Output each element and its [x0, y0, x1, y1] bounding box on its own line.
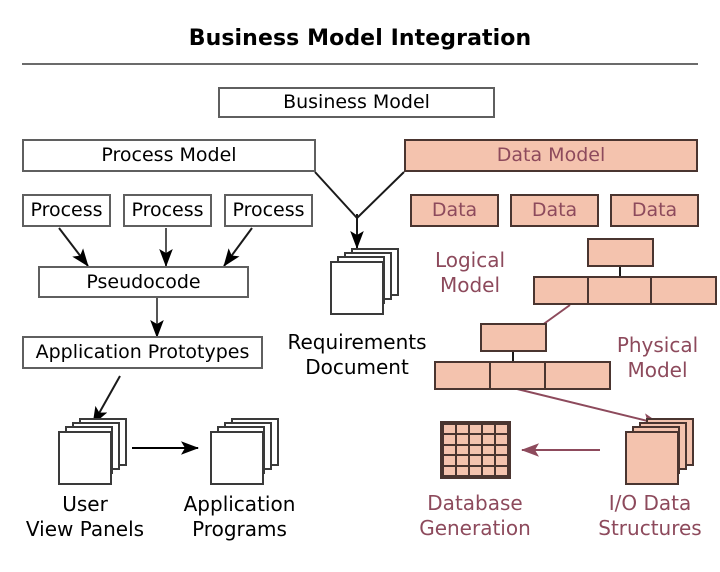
node-data-3-label: Data	[631, 199, 678, 221]
database-grid[interactable]	[440, 421, 511, 479]
node-process-1-label: Process	[30, 199, 103, 221]
node-data-2[interactable]: Data	[510, 194, 599, 227]
database-grid-cell	[444, 425, 455, 434]
label-database-generation: Database Generation	[419, 491, 531, 540]
stack-io-data-structures[interactable]	[625, 418, 697, 485]
arrow-process3-to-pseudocode	[223, 227, 253, 267]
database-grid-cell	[483, 435, 494, 444]
node-business-model[interactable]: Business Model	[218, 87, 495, 118]
node-process-3[interactable]: Process	[224, 194, 313, 227]
database-grid-cell	[483, 466, 494, 475]
stack-application-programs[interactable]	[210, 418, 282, 485]
database-grid-cell	[444, 445, 455, 455]
stack-requirements-document[interactable]	[330, 248, 402, 315]
database-grid-cell	[483, 425, 494, 434]
database-grid-cell	[470, 466, 481, 475]
node-data-model[interactable]: Data Model	[404, 139, 698, 172]
node-data-1-label: Data	[431, 199, 478, 221]
database-grid-cell	[496, 466, 507, 475]
database-grid-cell	[457, 425, 468, 434]
diagram-canvas: Business Model Integration Business Mode…	[0, 0, 720, 572]
database-grid-cell	[470, 425, 481, 434]
logical-tree-child-2[interactable]	[587, 276, 654, 305]
database-grid-cell	[457, 445, 468, 455]
node-application-prototypes[interactable]: Application Prototypes	[22, 336, 263, 369]
physical-tree-child-3[interactable]	[544, 361, 611, 390]
stack-user-view-panels[interactable]	[58, 418, 130, 485]
label-requirements-document: Requirements Document	[287, 330, 427, 379]
database-grid-cell	[470, 456, 481, 465]
stack-sheet	[330, 261, 384, 315]
label-application-programs: Application Programs	[183, 492, 296, 541]
stack-sheet	[210, 431, 264, 485]
database-grid-cell	[483, 445, 494, 455]
label-user-view-panels: User View Panels	[25, 492, 145, 541]
logical-tree-root[interactable]	[587, 238, 654, 267]
node-data-model-label: Data Model	[496, 144, 606, 166]
node-process-3-label: Process	[232, 199, 305, 221]
stack-sheet	[58, 431, 112, 485]
node-process-2-label: Process	[131, 199, 204, 221]
database-grid-cell	[496, 445, 507, 455]
arrow-prototypes-to-user-view-panels	[92, 375, 121, 425]
page-title: Business Model Integration	[188, 26, 532, 51]
database-grid-cell	[483, 456, 494, 465]
stack-sheet	[625, 431, 679, 485]
node-data-3[interactable]: Data	[610, 194, 699, 227]
node-data-1[interactable]: Data	[410, 194, 499, 227]
node-pseudocode-label: Pseudocode	[86, 270, 201, 293]
title-divider	[22, 63, 698, 65]
database-grid-cell	[496, 435, 507, 444]
label-io-data-structures: I/O Data Structures	[598, 491, 702, 540]
node-process-model-label: Process Model	[101, 144, 237, 166]
label-physical-model: Physical Model	[616, 333, 699, 382]
node-data-2-label: Data	[531, 199, 578, 221]
database-grid-cell	[457, 435, 468, 444]
node-process-2[interactable]: Process	[123, 194, 212, 227]
node-process-model[interactable]: Process Model	[22, 139, 316, 172]
node-business-model-label: Business Model	[283, 91, 430, 113]
label-logical-model: Logical Model	[434, 248, 506, 297]
database-grid-cell	[444, 466, 455, 475]
node-process-1[interactable]: Process	[22, 194, 111, 227]
node-application-prototypes-label: Application Prototypes	[35, 341, 250, 363]
database-grid-cell	[444, 435, 455, 444]
database-grid-cell	[496, 425, 507, 434]
node-pseudocode[interactable]: Pseudocode	[38, 266, 249, 298]
connector-v-to-requirements	[314, 171, 405, 249]
physical-tree-root[interactable]	[480, 323, 547, 352]
database-grid-cell	[470, 445, 481, 455]
database-grid-cell	[496, 456, 507, 465]
database-grid-cell	[457, 466, 468, 475]
arrow-process1-to-pseudocode	[58, 227, 89, 267]
database-grid-cell	[444, 456, 455, 465]
database-grid-cell	[470, 435, 481, 444]
database-grid-cell	[457, 456, 468, 465]
logical-tree-child-3[interactable]	[650, 276, 717, 305]
